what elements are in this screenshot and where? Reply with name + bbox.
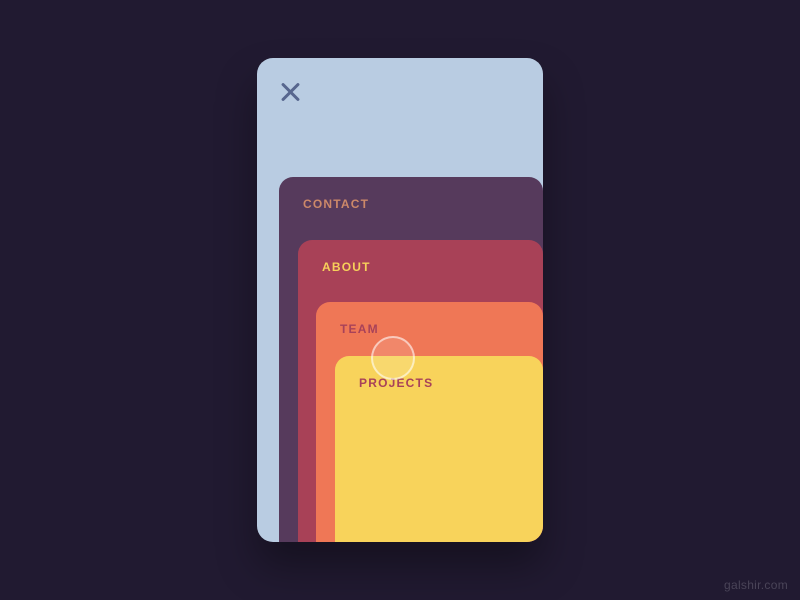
menu-item-label: PROJECTS — [359, 376, 433, 390]
menu-item-projects[interactable]: PROJECTS — [335, 356, 543, 542]
menu-card-stack: CONTACT ABOUT TEAM PROJECTS — [257, 58, 543, 542]
menu-item-label: ABOUT — [322, 260, 371, 274]
menu-item-label: CONTACT — [303, 197, 369, 211]
menu-item-label: TEAM — [340, 322, 379, 336]
close-icon[interactable] — [277, 78, 305, 106]
credit-label: galshir.com — [724, 578, 788, 592]
